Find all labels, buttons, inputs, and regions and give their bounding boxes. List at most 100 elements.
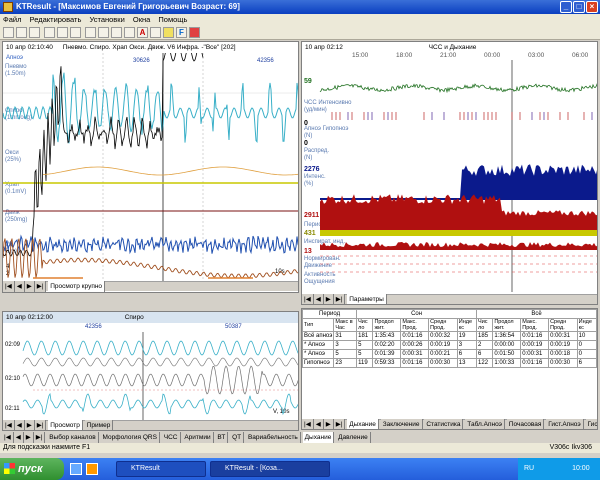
cut-icon[interactable] [44, 27, 55, 38]
start-button[interactable]: пуск [0, 458, 64, 480]
tab-breath-hist[interactable]: Гист. Дыхан [585, 419, 597, 429]
clock: 10:00 [572, 465, 590, 472]
tab-st[interactable]: ВТ [215, 432, 229, 443]
column-header[interactable]: Продол жит. [492, 318, 522, 332]
column-header[interactable]: Чис ло [356, 318, 374, 332]
language-indicator[interactable]: RU [524, 465, 534, 472]
open-icon[interactable] [3, 27, 14, 38]
tab-apnea-hist[interactable]: Гист.Апноэ [546, 419, 584, 429]
tab-respiration[interactable]: Дыхание [302, 432, 335, 443]
table-cell: 0:00:18 [548, 349, 578, 359]
tab-channels[interactable]: Выбор каналов [47, 432, 99, 443]
menu-file[interactable]: Файл [0, 14, 24, 26]
table-cell: 0:00:19 [548, 340, 578, 350]
paste-icon[interactable] [70, 27, 81, 38]
tab-example[interactable]: Пример [84, 420, 114, 430]
menu-settings[interactable]: Установки [86, 14, 127, 26]
browser-icon[interactable] [86, 463, 98, 475]
menu-windows[interactable]: Окна [130, 14, 153, 26]
scroll-next-button[interactable]: ▶ [323, 419, 334, 429]
tab-detail-view[interactable]: Просмотр крупно [48, 281, 106, 292]
spiro-scrollbar[interactable]: |◀ ◀ ▶ ▶| Просмотр Пример [3, 420, 298, 430]
tab-variability[interactable]: Вариабельность [245, 432, 301, 443]
save-icon[interactable] [16, 27, 27, 38]
scroll-last-button[interactable]: ▶| [33, 432, 46, 443]
column-header[interactable]: Макс. Прод. [400, 318, 430, 332]
minimize-button[interactable]: _ [560, 1, 572, 13]
tab-hourly[interactable]: Почасовая [506, 419, 545, 429]
chart-icon[interactable] [111, 27, 122, 38]
grid-icon[interactable] [98, 27, 109, 38]
annotation-icon[interactable]: A [137, 27, 148, 38]
tab-qt[interactable]: QT [230, 432, 245, 443]
column-header[interactable]: Продол жит. [372, 318, 402, 332]
taskbar-item-ktresult[interactable]: KTResult [116, 461, 206, 477]
print-icon[interactable] [29, 27, 40, 38]
column-header[interactable]: Макс в Час [333, 318, 358, 332]
table-row[interactable]: Всё апноэ 31 181 1:35:43 0:01:16 0:00:32 19 185… [302, 331, 597, 341]
stop-icon[interactable] [189, 27, 200, 38]
scroll-prev-button[interactable]: ◀ [313, 294, 324, 304]
scroll-first-button[interactable]: |◀ [2, 432, 14, 443]
column-header[interactable]: Тип [302, 318, 335, 332]
maximize-button[interactable]: □ [573, 1, 585, 13]
show-desktop-icon[interactable] [70, 463, 82, 475]
scroll-next-button[interactable]: ▶ [23, 432, 34, 443]
table-row[interactable]: * Апноэ 3 5 0:02:20 0:00:26 0:00:19 3 2 0:00:00 0… [302, 340, 597, 350]
column-header[interactable]: Чис ло [476, 318, 494, 332]
scroll-first-button[interactable]: |◀ [3, 281, 15, 292]
scroll-first-button[interactable]: |◀ [302, 419, 314, 429]
column-header[interactable]: Инде кс [456, 318, 478, 332]
signals-plot[interactable] [3, 53, 299, 281]
window-title-bar[interactable]: KTResult - [Максимов Евгений Григорьевич… [0, 0, 600, 14]
table-cell: 10 [576, 331, 597, 341]
scroll-last-button[interactable]: ▶| [34, 420, 47, 430]
tab-breathing[interactable]: Дыхание [347, 419, 379, 429]
trends-plot[interactable] [302, 60, 598, 292]
spiro-plot[interactable] [3, 332, 299, 420]
tab-hr[interactable]: ЧСС [161, 432, 181, 443]
taskbar-item-ktresult-active[interactable]: KTResult - [Коза... [210, 461, 330, 477]
scroll-prev-button[interactable]: ◀ [14, 281, 25, 292]
scroll-next-button[interactable]: ▶ [323, 294, 334, 304]
tab-pressure[interactable]: Давление [336, 432, 371, 443]
trends-scrollbar[interactable]: |◀ ◀ ▶ ▶| Параметры [302, 294, 597, 304]
tab-conclusion[interactable]: Заключение [380, 419, 423, 429]
zoom-icon[interactable] [85, 27, 96, 38]
marker-icon[interactable] [150, 27, 161, 38]
column-header[interactable]: Средн Прод. [428, 318, 458, 332]
scroll-last-button[interactable]: ▶| [333, 419, 346, 429]
tab-parameters[interactable]: Параметры [347, 294, 387, 304]
signals-scrollbar[interactable]: |◀ ◀ ▶ ▶| Просмотр крупно [3, 281, 298, 292]
module-tabs: |◀ ◀ ▶ ▶| Выбор каналов Морфология QRS ЧСС … [2, 432, 600, 443]
menu-edit[interactable]: Редактировать [27, 14, 85, 26]
list-icon[interactable] [124, 27, 135, 38]
menu-help[interactable]: Помощь [155, 14, 190, 26]
tab-arrhythmia[interactable]: Аритмии [182, 432, 214, 443]
help-icon[interactable] [163, 27, 174, 38]
close-button[interactable]: × [586, 1, 598, 13]
hour-label: 03:00 [528, 52, 545, 59]
tab-statistics[interactable]: Статистика [424, 419, 464, 429]
tab-qrs[interactable]: Морфология QRS [100, 432, 160, 443]
scroll-last-button[interactable]: ▶| [34, 281, 47, 292]
scroll-prev-button[interactable]: ◀ [14, 420, 25, 430]
scroll-prev-button[interactable]: ◀ [313, 419, 324, 429]
table-cell: 119 [356, 358, 374, 368]
scroll-prev-button[interactable]: ◀ [13, 432, 24, 443]
table-row[interactable]: * Апноэ 5 5 0:01:39 0:00:31 0:00:21 6 6 0:01:50 0… [302, 349, 597, 359]
column-header[interactable]: Инде кс [576, 318, 597, 332]
table-row[interactable]: Гипопноэ 23 119 0:59:33 0:01:16 0:00:30 13 122 1… [302, 358, 597, 368]
scroll-first-button[interactable]: |◀ [3, 420, 15, 430]
table-scrollbar[interactable]: |◀ ◀ ▶ ▶| Дыхание Заключение Статистика Таб… [302, 419, 597, 429]
scroll-first-button[interactable]: |◀ [302, 294, 314, 304]
copy-icon[interactable] [57, 27, 68, 38]
filter-icon[interactable]: F [176, 27, 187, 38]
tab-apnea-table[interactable]: Табл.Апноэ [465, 419, 505, 429]
scroll-next-button[interactable]: ▶ [24, 281, 35, 292]
column-header[interactable]: Макс. Прод. [520, 318, 550, 332]
tab-view[interactable]: Просмотр [48, 420, 83, 430]
column-header[interactable]: Средн Прод. [548, 318, 578, 332]
scroll-next-button[interactable]: ▶ [24, 420, 35, 430]
scroll-last-button[interactable]: ▶| [333, 294, 346, 304]
